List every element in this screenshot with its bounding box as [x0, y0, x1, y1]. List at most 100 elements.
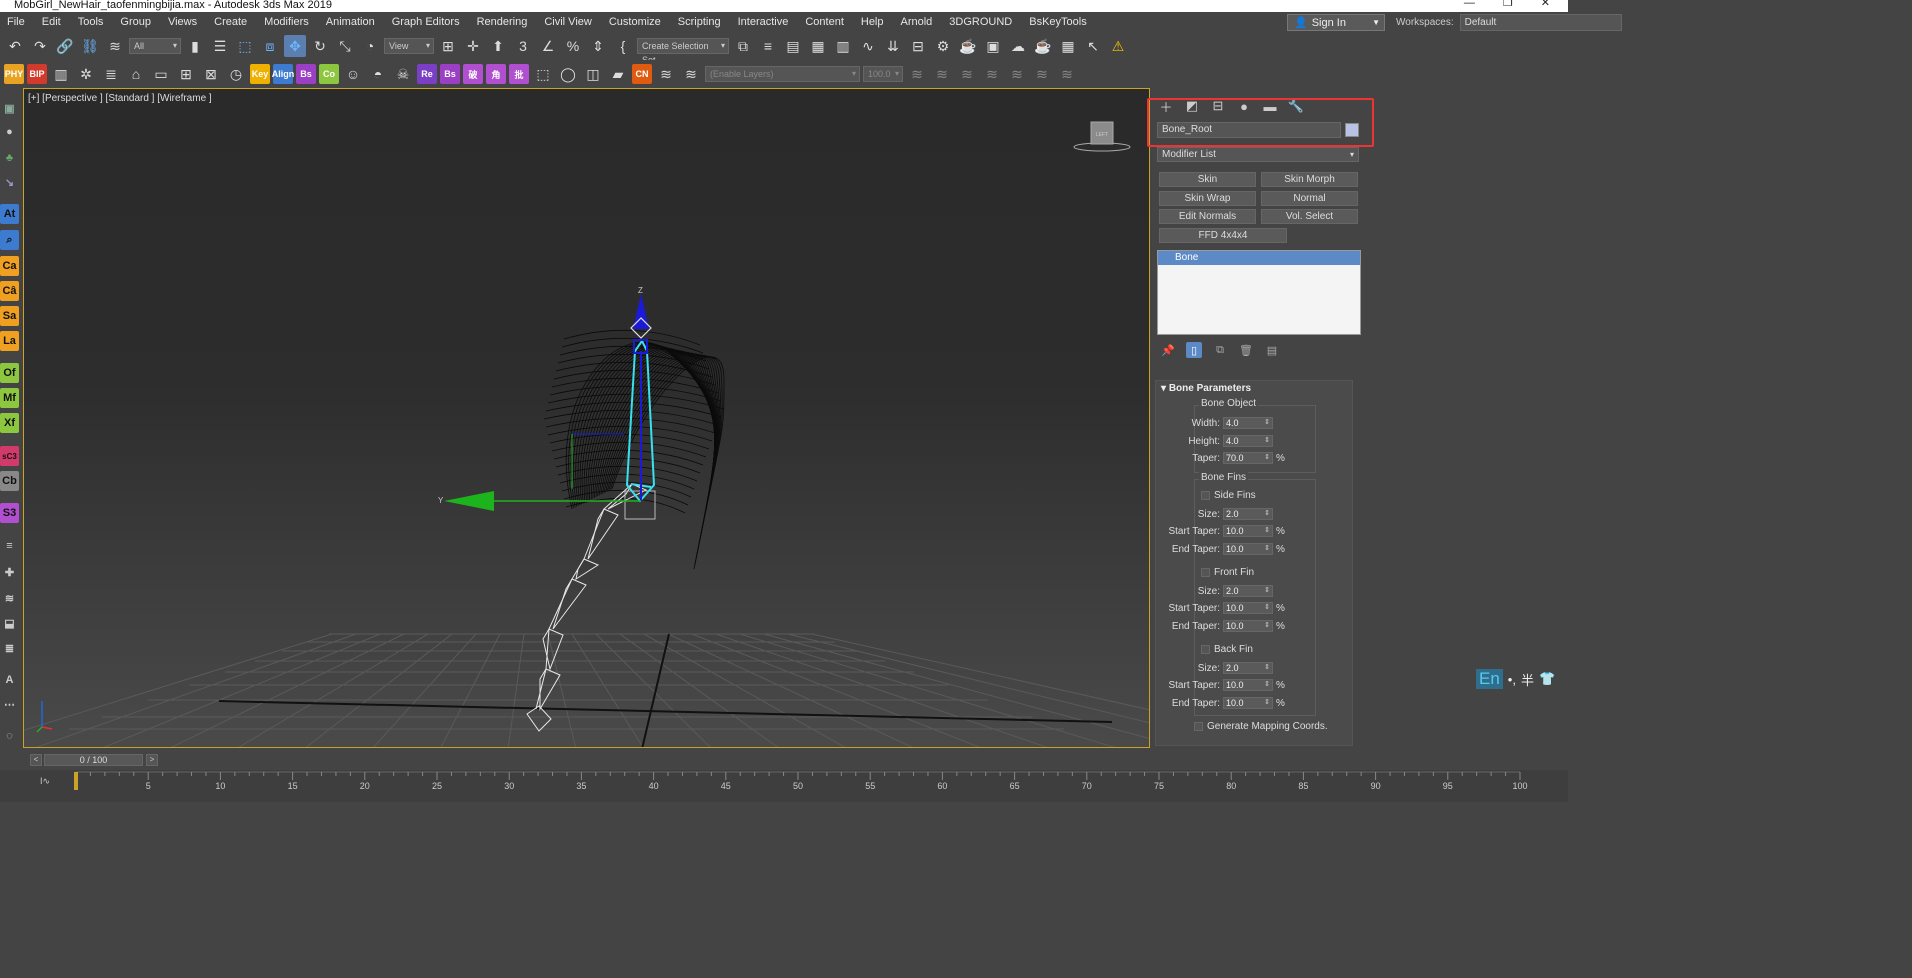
back-fin-checkbox[interactable]: Back Fin — [1201, 644, 1253, 655]
menu-item[interactable]: Scripting — [671, 12, 731, 32]
tree-icon[interactable]: ♣ — [0, 148, 19, 168]
menu-item[interactable]: Customize — [602, 12, 671, 32]
book-icon[interactable]: ▥ — [50, 63, 72, 85]
modifier-list-dropdown[interactable]: Modifier List — [1157, 147, 1359, 162]
percent-snap-icon[interactable]: % — [562, 35, 584, 57]
next-frame-button[interactable]: > — [146, 754, 158, 766]
time-slider-thumb[interactable]: 0 / 100 — [44, 754, 143, 766]
rotate-icon[interactable]: ↻ — [309, 35, 331, 57]
place-icon[interactable]: ◔ — [359, 35, 381, 57]
unlink-icon[interactable]: ⛓ — [79, 35, 101, 57]
plugin-button[interactable]: BIP — [27, 64, 47, 84]
menu-item[interactable]: Graph Editors — [385, 12, 470, 32]
object-name-field[interactable]: Bone_Root — [1157, 122, 1341, 138]
left-strip-button[interactable]: Câ — [0, 281, 19, 301]
skin-wrap-button[interactable]: Skin Wrap — [1159, 191, 1256, 206]
ffd-button[interactable]: FFD 4x4x4 — [1159, 228, 1287, 243]
layers-icon[interactable]: ≡ — [0, 536, 19, 556]
stack-item[interactable]: Bone — [1158, 251, 1360, 265]
phy-skin-icon[interactable]: ⬚ — [532, 63, 554, 85]
menu-item[interactable]: Interactive — [731, 12, 799, 32]
layer-remove-icon[interactable]: ≋ — [981, 63, 1003, 85]
dots-icon[interactable]: ⋯ — [0, 694, 19, 714]
selection-filter-dropdown[interactable]: All — [129, 38, 181, 54]
toggle-ribbon-icon[interactable]: ▥ — [832, 35, 854, 57]
taper-spinner[interactable]: 70.0 — [1223, 452, 1273, 464]
menu-item[interactable]: 3DGROUND — [942, 12, 1022, 32]
show-end-result-icon[interactable]: ▯ — [1186, 342, 1202, 358]
size-spinner[interactable]: 2.0 — [1223, 508, 1273, 520]
plugin-button[interactable]: Co — [319, 64, 339, 84]
render-setup-icon[interactable]: ☕ — [957, 35, 979, 57]
align-icon[interactable]: ≡ — [757, 35, 779, 57]
left-strip-button[interactable]: Xf — [0, 413, 19, 433]
rollout-title[interactable]: ▾ Bone Parameters — [1161, 383, 1251, 394]
xtk-icon[interactable]: ⊠ — [200, 63, 222, 85]
layer-select-icon[interactable]: ≋ — [956, 63, 978, 85]
menu-item[interactable]: Modifiers — [257, 12, 319, 32]
menu-item[interactable]: Animation — [319, 12, 385, 32]
curve-editor-icon[interactable]: ∿ — [857, 35, 879, 57]
perspective-viewport[interactable]: Y Z LEFT [+] [Perspective ] [Standard ] [W… — [23, 88, 1150, 748]
named-selection-icon[interactable]: { — [612, 35, 634, 57]
left-strip-button[interactable]: S3 — [0, 503, 19, 523]
reference-coord-dropdown[interactable]: View — [384, 38, 434, 54]
spinner-snap-icon[interactable]: ⇕ — [587, 35, 609, 57]
layer-explorer-icon[interactable]: ▦ — [807, 35, 829, 57]
stack-icon[interactable]: ≋ — [0, 588, 19, 608]
menu-item[interactable]: Arnold — [894, 12, 943, 32]
figure-icon[interactable]: ☺ — [342, 63, 364, 85]
manipulate-icon[interactable]: ✛ — [462, 35, 484, 57]
layer-add-icon[interactable]: ≋ — [906, 63, 928, 85]
plugin-button[interactable]: Re — [417, 64, 437, 84]
end-taper-spinner[interactable]: 10.0 — [1223, 620, 1273, 632]
size-spinner[interactable]: 2.0 — [1223, 585, 1273, 597]
warning-icon[interactable]: ⚠ — [1107, 35, 1129, 57]
ring-icon[interactable]: ◯ — [557, 63, 579, 85]
menu-item[interactable]: Create — [207, 12, 257, 32]
plugin-button[interactable]: Key — [250, 64, 270, 84]
layer-merge-icon[interactable]: ≋ — [1031, 63, 1053, 85]
menu-item[interactable]: Tools — [71, 12, 114, 32]
layers-alt-icon[interactable]: ≋ — [680, 63, 702, 85]
dope-sheet-icon[interactable]: ⇊ — [882, 35, 904, 57]
width-spinner[interactable]: 4.0 — [1223, 417, 1273, 429]
circle-icon[interactable]: ◌ — [0, 726, 19, 746]
left-strip-button[interactable]: Mf — [0, 388, 19, 408]
object-color-swatch[interactable] — [1345, 123, 1359, 137]
layer-new-icon[interactable]: ≋ — [931, 63, 953, 85]
undo-icon[interactable]: ↶ — [4, 35, 26, 57]
named-selection-dropdown[interactable]: Create Selection Set — [637, 38, 729, 65]
layer-value-spinner[interactable]: 100.0 — [863, 66, 903, 82]
skin-button[interactable]: Skin — [1159, 172, 1256, 187]
window-crossing-icon[interactable]: ⧈ — [259, 35, 281, 57]
start-taper-spinner[interactable]: 10.0 — [1223, 679, 1273, 691]
left-strip-button[interactable]: Cb — [0, 471, 19, 491]
helmet-icon[interactable]: ◓ — [367, 63, 389, 85]
layer-dropdown[interactable]: (Enable Layers) — [705, 66, 860, 82]
select-object-icon[interactable]: ▮ — [184, 35, 206, 57]
track-bar[interactable]: 5 10 15 20 25 30 35 40 45 50 55 60 65 70 75 80 85 90 95 100… — [0, 770, 1568, 802]
folder-icon[interactable]: ▰ — [607, 63, 629, 85]
menu-item[interactable]: Group — [113, 12, 161, 32]
left-strip-button[interactable]: Of — [0, 363, 19, 383]
plugin-button[interactable]: Align — [272, 64, 294, 84]
material-editor-icon[interactable]: ⚙ — [932, 35, 954, 57]
render-icon[interactable]: ☁ — [1007, 35, 1029, 57]
snaps-toggle-icon[interactable]: 3 — [512, 35, 534, 57]
front-fin-checkbox[interactable]: Front Fin — [1201, 567, 1254, 578]
height-spinner[interactable]: 4.0 — [1223, 435, 1273, 447]
paint-icon[interactable]: ⬓ — [0, 613, 19, 633]
pointer-icon[interactable]: ↖ — [1082, 35, 1104, 57]
render-iterative-icon[interactable]: ☕ — [1032, 35, 1054, 57]
move-icon[interactable]: ✥ — [284, 35, 306, 57]
configure-sets-icon[interactable]: ▤ — [1264, 342, 1280, 358]
close-button[interactable]: ✕ — [1541, 0, 1550, 9]
wings-icon[interactable]: ✲ — [75, 63, 97, 85]
path-icon[interactable]: ↘ — [0, 172, 19, 192]
menu-item[interactable]: BsKeyTools — [1022, 12, 1096, 32]
minimize-button[interactable]: — — [1464, 0, 1475, 9]
menu-item[interactable]: Content — [798, 12, 854, 32]
bind-space-warp-icon[interactable]: ≋ — [104, 35, 126, 57]
edit-normals-button[interactable]: Edit Normals — [1159, 209, 1256, 224]
